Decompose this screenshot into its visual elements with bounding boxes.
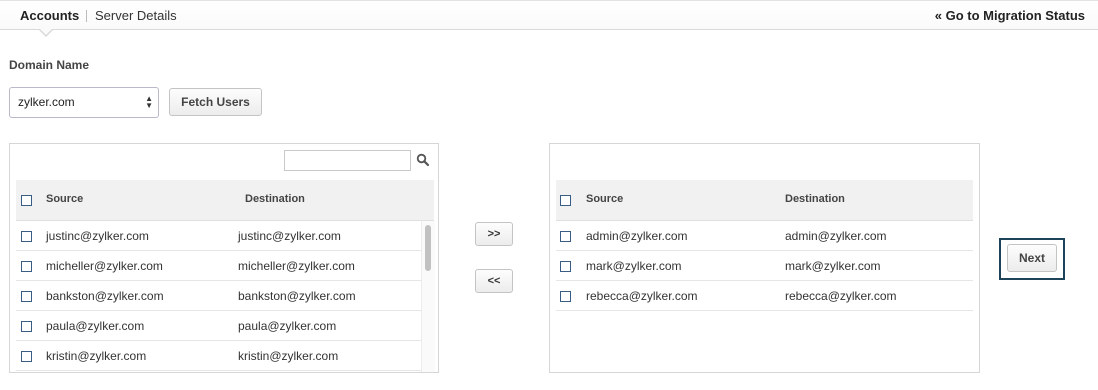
tab-accounts[interactable]: Accounts xyxy=(20,8,79,23)
search-input[interactable] xyxy=(284,150,411,171)
list-scrollbar[interactable] xyxy=(421,221,435,372)
source-email: bankston@zylker.com xyxy=(46,289,164,303)
destination-email: kristin@zylker.com xyxy=(238,349,339,363)
table-row[interactable]: rebecca@zylker.com rebecca@zylker.com xyxy=(556,281,973,311)
move-left-button[interactable]: << xyxy=(475,269,513,293)
select-all-checkbox[interactable] xyxy=(21,195,32,206)
destination-email: admin@zylker.com xyxy=(785,229,887,243)
source-email: justinc@zylker.com xyxy=(46,229,149,243)
destination-email: rebecca@zylker.com xyxy=(785,289,897,303)
row-checkbox[interactable] xyxy=(560,231,571,242)
table-row[interactable]: admin@zylker.com admin@zylker.com xyxy=(556,221,973,251)
destination-email: bankston@zylker.com xyxy=(238,289,356,303)
row-checkbox[interactable] xyxy=(21,351,32,362)
source-email: rebecca@zylker.com xyxy=(586,289,698,303)
available-users-panel: Source Destination justinc@zylker.com ju… xyxy=(9,143,439,373)
selected-users-panel: Source Destination admin@zylker.com admi… xyxy=(549,143,980,373)
domain-select[interactable]: zylker.com ▲ ▼ xyxy=(9,87,159,118)
selected-users-header: Source Destination xyxy=(556,180,973,221)
fetch-users-button[interactable]: Fetch Users xyxy=(169,88,262,116)
available-users-header: Source Destination xyxy=(16,180,434,221)
destination-email: justinc@zylker.com xyxy=(238,229,341,243)
move-right-button[interactable]: >> xyxy=(475,222,513,246)
tab-server-details[interactable]: Server Details xyxy=(95,8,177,23)
scrollbar-thumb[interactable] xyxy=(425,225,431,271)
select-arrows-icon: ▲ ▼ xyxy=(145,94,153,110)
row-checkbox[interactable] xyxy=(560,291,571,302)
destination-email: paula@zylker.com xyxy=(238,319,337,333)
select-all-checkbox[interactable] xyxy=(560,195,571,206)
row-checkbox[interactable] xyxy=(21,261,32,272)
source-email: paula@zylker.com xyxy=(46,319,145,333)
source-column-header: Source xyxy=(46,193,84,205)
row-checkbox[interactable] xyxy=(21,291,32,302)
active-tab-caret-fill xyxy=(39,28,53,35)
search-icon[interactable] xyxy=(416,153,430,167)
tab-separator xyxy=(86,10,87,22)
next-button[interactable]: Next xyxy=(1007,244,1057,272)
table-row[interactable]: mark@zylker.com mark@zylker.com xyxy=(556,251,973,281)
table-row[interactable]: justinc@zylker.com justinc@zylker.com xyxy=(16,221,421,251)
table-row[interactable]: kristin@zylker.com kristin@zylker.com xyxy=(16,341,421,371)
go-to-migration-status-link[interactable]: « Go to Migration Status xyxy=(935,8,1085,23)
row-checkbox[interactable] xyxy=(560,261,571,272)
row-checkbox[interactable] xyxy=(21,321,32,332)
top-tab-bar: Accounts Server Details « Go to Migratio… xyxy=(0,0,1098,30)
destination-column-header: Destination xyxy=(785,193,845,205)
row-checkbox[interactable] xyxy=(21,231,32,242)
table-row[interactable]: micheller@zylker.com micheller@zylker.co… xyxy=(16,251,421,281)
selected-users-list: admin@zylker.com admin@zylker.com mark@z… xyxy=(556,221,973,311)
source-email: mark@zylker.com xyxy=(586,259,682,273)
source-email: kristin@zylker.com xyxy=(46,349,147,363)
available-users-list: justinc@zylker.com justinc@zylker.com mi… xyxy=(16,221,421,371)
destination-email: micheller@zylker.com xyxy=(238,259,355,273)
table-row[interactable]: paula@zylker.com paula@zylker.com xyxy=(16,311,421,341)
source-email: micheller@zylker.com xyxy=(46,259,163,273)
destination-email: mark@zylker.com xyxy=(785,259,881,273)
source-column-header: Source xyxy=(586,193,624,205)
domain-select-value: zylker.com xyxy=(18,95,75,109)
table-row[interactable]: bankston@zylker.com bankston@zylker.com xyxy=(16,281,421,311)
destination-column-header: Destination xyxy=(245,193,305,205)
domain-name-label: Domain Name xyxy=(9,58,90,72)
source-email: admin@zylker.com xyxy=(586,229,688,243)
